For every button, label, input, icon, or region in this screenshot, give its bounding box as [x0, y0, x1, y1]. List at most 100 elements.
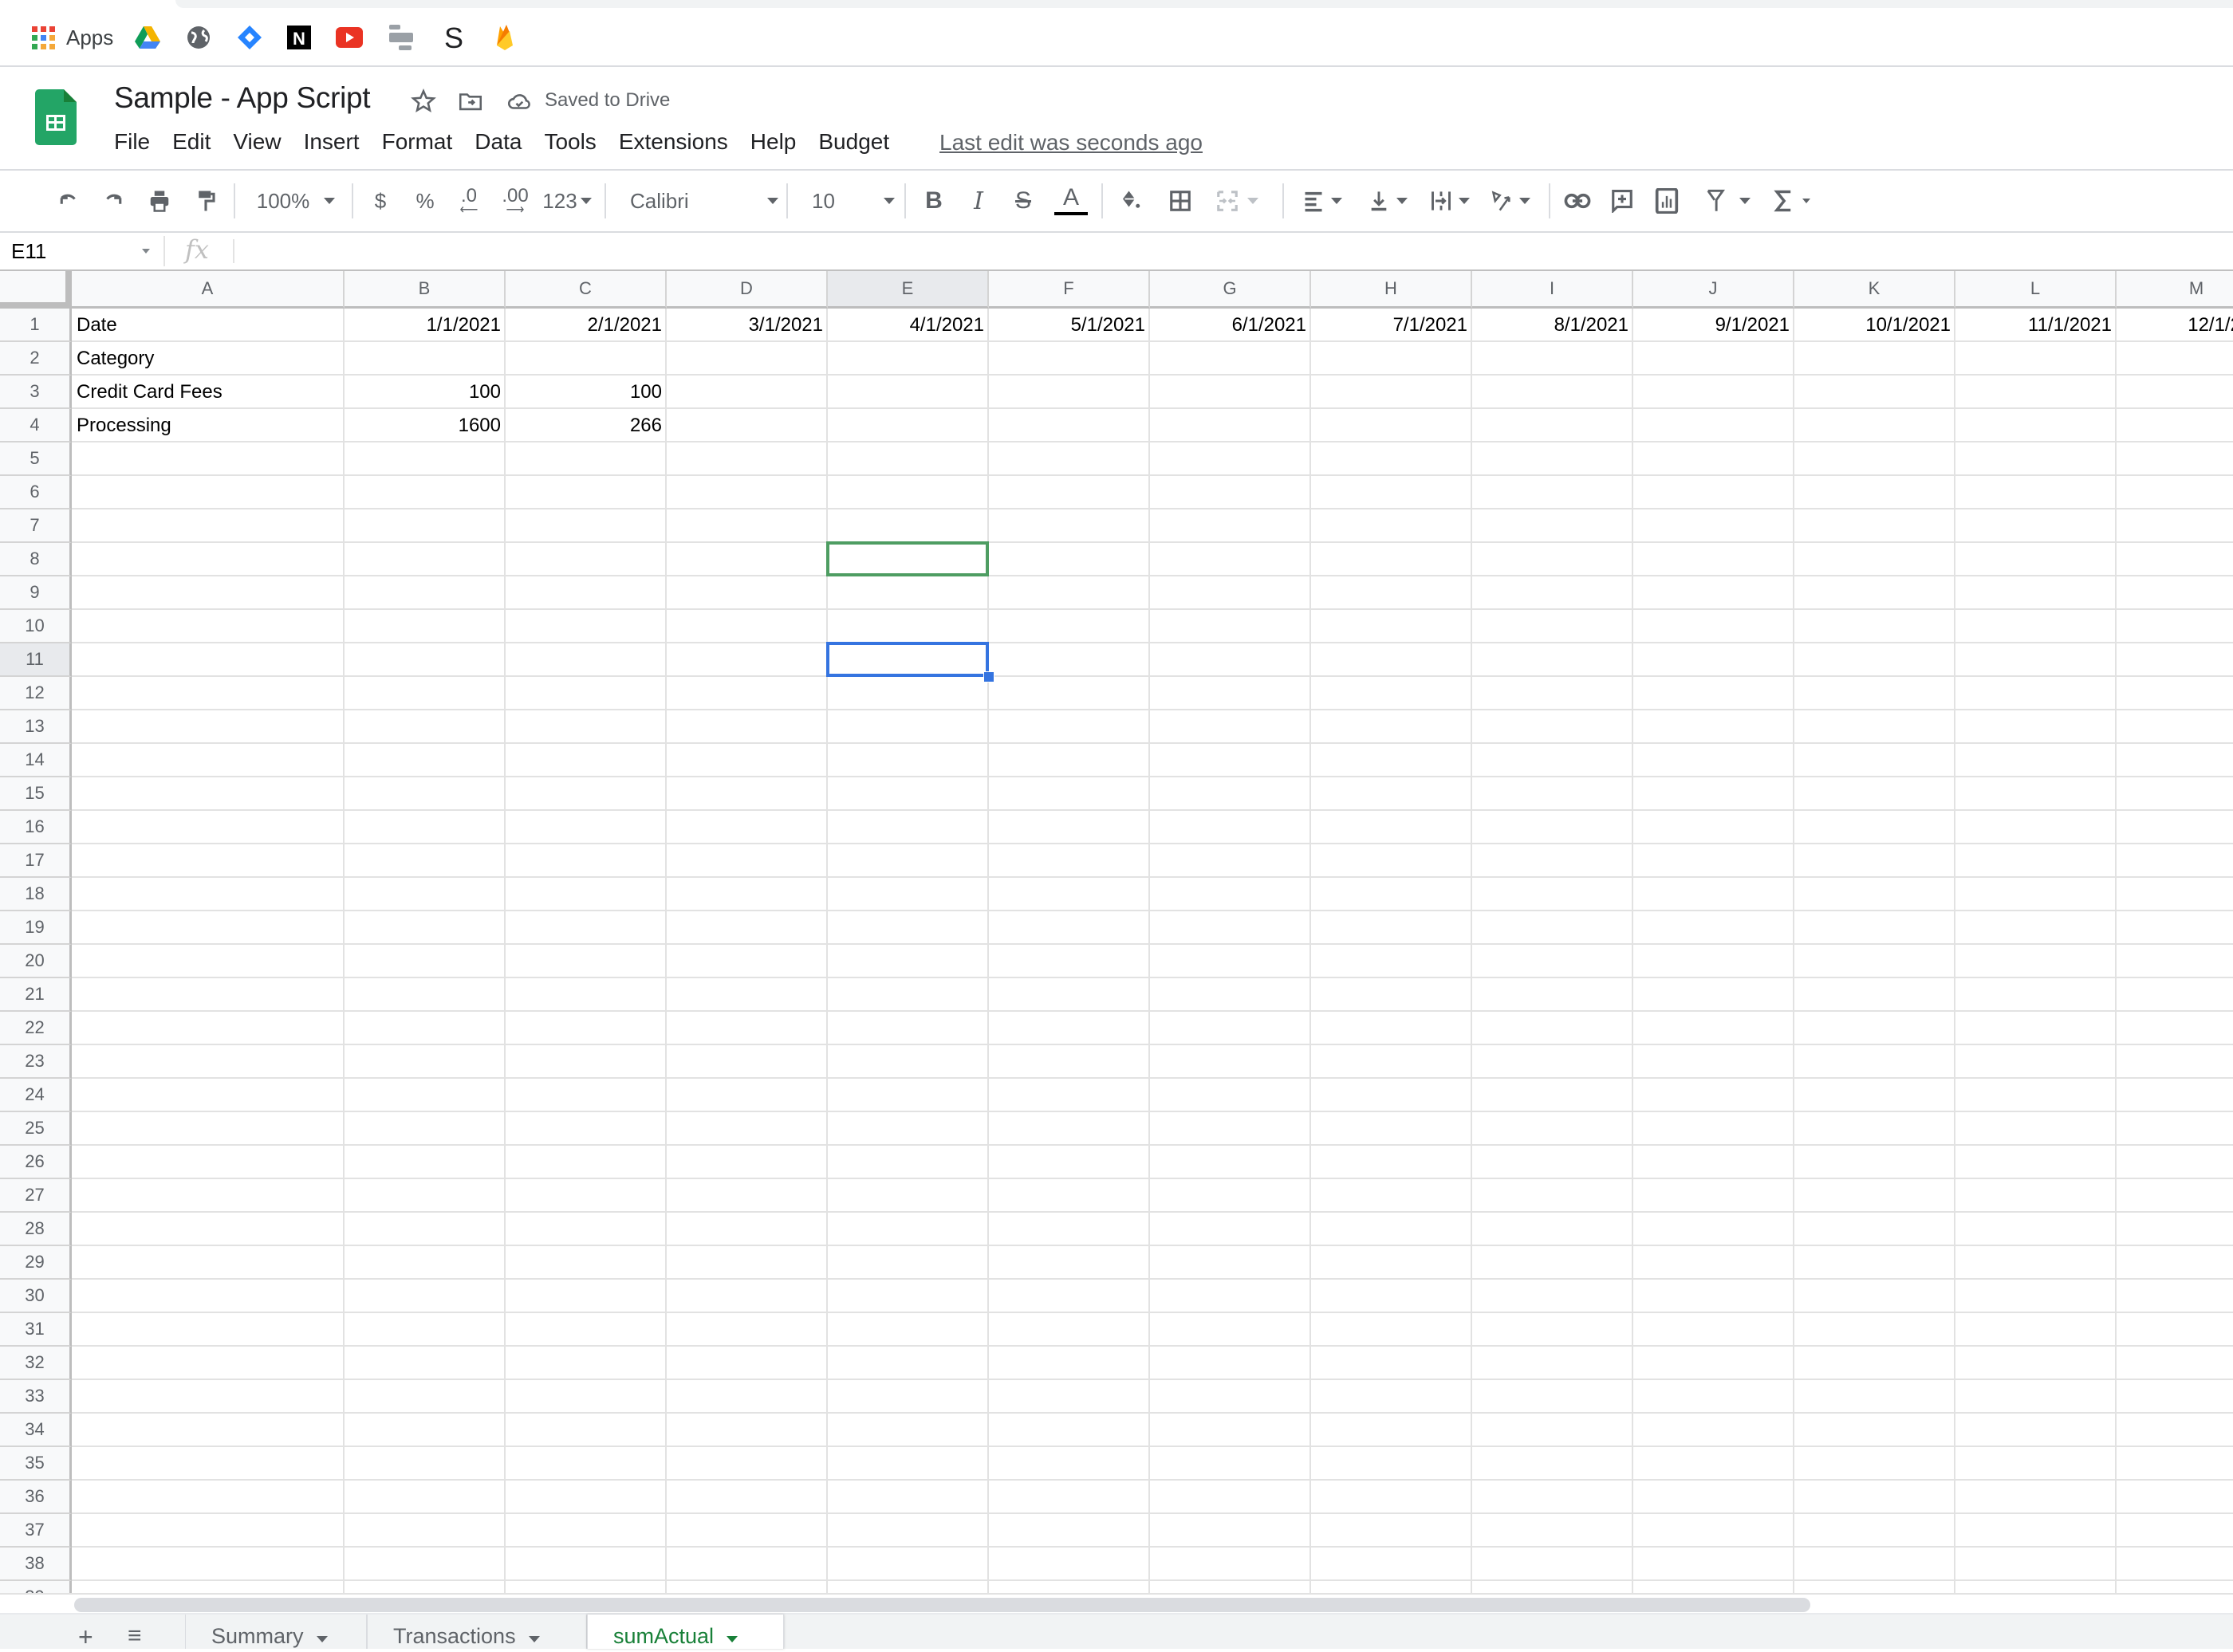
- cell-a2[interactable]: Category: [72, 342, 345, 376]
- sheets-logo-icon[interactable]: [35, 89, 77, 145]
- select-all-corner[interactable]: [0, 271, 72, 309]
- row-header-24[interactable]: 24: [0, 1079, 72, 1112]
- cell-j3[interactable]: [1633, 376, 1794, 409]
- sheet-tab-summary[interactable]: Summary: [185, 1615, 367, 1649]
- column-header-a[interactable]: A: [72, 271, 345, 309]
- bookmark-s[interactable]: S: [440, 24, 467, 51]
- row-header-3[interactable]: 3: [0, 376, 72, 409]
- menu-insert[interactable]: Insert: [304, 129, 371, 159]
- row-header-23[interactable]: 23: [0, 1045, 72, 1079]
- highlighted-cell-e8[interactable]: [826, 541, 989, 576]
- cell-m2[interactable]: [2117, 342, 2233, 376]
- row-header-29[interactable]: 29: [0, 1246, 72, 1280]
- add-sheet-button[interactable]: +: [78, 1622, 93, 1652]
- bold-button[interactable]: B: [922, 187, 946, 215]
- column-header-k[interactable]: K: [1794, 271, 1955, 309]
- cell-k3[interactable]: [1794, 376, 1955, 409]
- cell-g3[interactable]: [1150, 376, 1311, 409]
- chevron-down-icon[interactable]: [528, 1636, 540, 1642]
- cell-f3[interactable]: [989, 376, 1150, 409]
- formula-input[interactable]: [247, 239, 2217, 263]
- cell-a1[interactable]: Date: [72, 309, 345, 342]
- row-header-20[interactable]: 20: [0, 945, 72, 978]
- vertical-align-button[interactable]: [1362, 187, 1413, 215]
- insert-comment-button[interactable]: [1608, 187, 1636, 215]
- column-header-m[interactable]: M: [2117, 271, 2233, 309]
- move-to-folder-icon[interactable]: [457, 88, 484, 115]
- cell-h1[interactable]: 7/1/2021: [1311, 309, 1472, 342]
- cell-b2[interactable]: [345, 342, 506, 376]
- name-box[interactable]: E11: [11, 239, 46, 264]
- cell-c3[interactable]: 100: [506, 376, 667, 409]
- column-header-b[interactable]: B: [345, 271, 506, 309]
- document-title[interactable]: Sample - App Script: [114, 81, 371, 115]
- menu-tools[interactable]: Tools: [544, 129, 607, 159]
- row-header-35[interactable]: 35: [0, 1447, 72, 1481]
- functions-button[interactable]: [1767, 187, 1817, 215]
- column-header-g[interactable]: G: [1150, 271, 1311, 309]
- cell-d1[interactable]: 3/1/2021: [667, 309, 828, 342]
- text-wrapping-button[interactable]: [1424, 187, 1475, 215]
- cell-h2[interactable]: [1311, 342, 1472, 376]
- cell-b3[interactable]: 100: [345, 376, 506, 409]
- row-header-32[interactable]: 32: [0, 1347, 72, 1380]
- undo-button[interactable]: [54, 187, 83, 215]
- row-header-14[interactable]: 14: [0, 744, 72, 777]
- row-header-39[interactable]: 39: [0, 1581, 72, 1593]
- column-header-i[interactable]: I: [1472, 271, 1633, 309]
- bookmark-apps[interactable]: Apps: [32, 26, 113, 49]
- menu-format[interactable]: Format: [382, 129, 464, 159]
- increase-decimal-button[interactable]: .00 ⟶: [499, 187, 531, 217]
- bookmark-globe[interactable]: [185, 26, 212, 49]
- row-header-16[interactable]: 16: [0, 811, 72, 844]
- cell-j1[interactable]: 9/1/2021: [1633, 309, 1794, 342]
- menu-extensions[interactable]: Extensions: [619, 129, 739, 159]
- sheet-tab-sumactual[interactable]: sumActual: [587, 1615, 784, 1649]
- cell-d3[interactable]: [667, 376, 828, 409]
- column-header-h[interactable]: H: [1311, 271, 1472, 309]
- cell-e3[interactable]: [828, 376, 989, 409]
- row-header-11[interactable]: 11: [0, 643, 72, 677]
- insert-link-button[interactable]: [1562, 187, 1593, 215]
- zoom-select[interactable]: 100%: [252, 187, 340, 215]
- column-header-f[interactable]: F: [989, 271, 1150, 309]
- row-header-13[interactable]: 13: [0, 710, 72, 744]
- row-header-28[interactable]: 28: [0, 1213, 72, 1246]
- row-header-1[interactable]: 1: [0, 309, 72, 342]
- bookmark-firebase[interactable]: [491, 25, 518, 50]
- cell-k2[interactable]: [1794, 342, 1955, 376]
- star-icon[interactable]: [410, 88, 437, 115]
- paint-format-button[interactable]: [191, 187, 220, 215]
- menu-file[interactable]: File: [114, 129, 161, 159]
- cell-g1[interactable]: 6/1/2021: [1150, 309, 1311, 342]
- cell-l3[interactable]: [1955, 376, 2117, 409]
- row-header-15[interactable]: 15: [0, 777, 72, 811]
- cell-b1[interactable]: 1/1/2021: [345, 309, 506, 342]
- active-cell-e11[interactable]: [826, 642, 989, 677]
- row-header-7[interactable]: 7: [0, 509, 72, 543]
- row-header-38[interactable]: 38: [0, 1548, 72, 1581]
- cell-g4[interactable]: [1150, 409, 1311, 442]
- row-header-6[interactable]: 6: [0, 476, 72, 509]
- row-header-5[interactable]: 5: [0, 442, 72, 476]
- bookmark-jira[interactable]: [236, 26, 263, 49]
- row-header-19[interactable]: 19: [0, 911, 72, 945]
- horizontal-align-button[interactable]: [1297, 187, 1348, 215]
- column-header-e[interactable]: E: [828, 271, 989, 309]
- menu-help[interactable]: Help: [750, 129, 808, 159]
- cell-c4[interactable]: 266: [506, 409, 667, 442]
- merge-cells-button[interactable]: [1209, 187, 1265, 215]
- menu-budget[interactable]: Budget: [818, 129, 900, 159]
- font-size-select[interactable]: 10: [812, 187, 895, 215]
- row-header-25[interactable]: 25: [0, 1112, 72, 1146]
- row-header-37[interactable]: 37: [0, 1514, 72, 1548]
- cloud-saved-icon[interactable]: [506, 88, 533, 115]
- menu-view[interactable]: View: [233, 129, 292, 159]
- row-header-8[interactable]: 8: [0, 543, 72, 576]
- row-header-30[interactable]: 30: [0, 1280, 72, 1313]
- cell-j2[interactable]: [1633, 342, 1794, 376]
- cell-j4[interactable]: [1633, 409, 1794, 442]
- cell-i2[interactable]: [1472, 342, 1633, 376]
- cell-i1[interactable]: 8/1/2021: [1472, 309, 1633, 342]
- row-header-4[interactable]: 4: [0, 409, 72, 442]
